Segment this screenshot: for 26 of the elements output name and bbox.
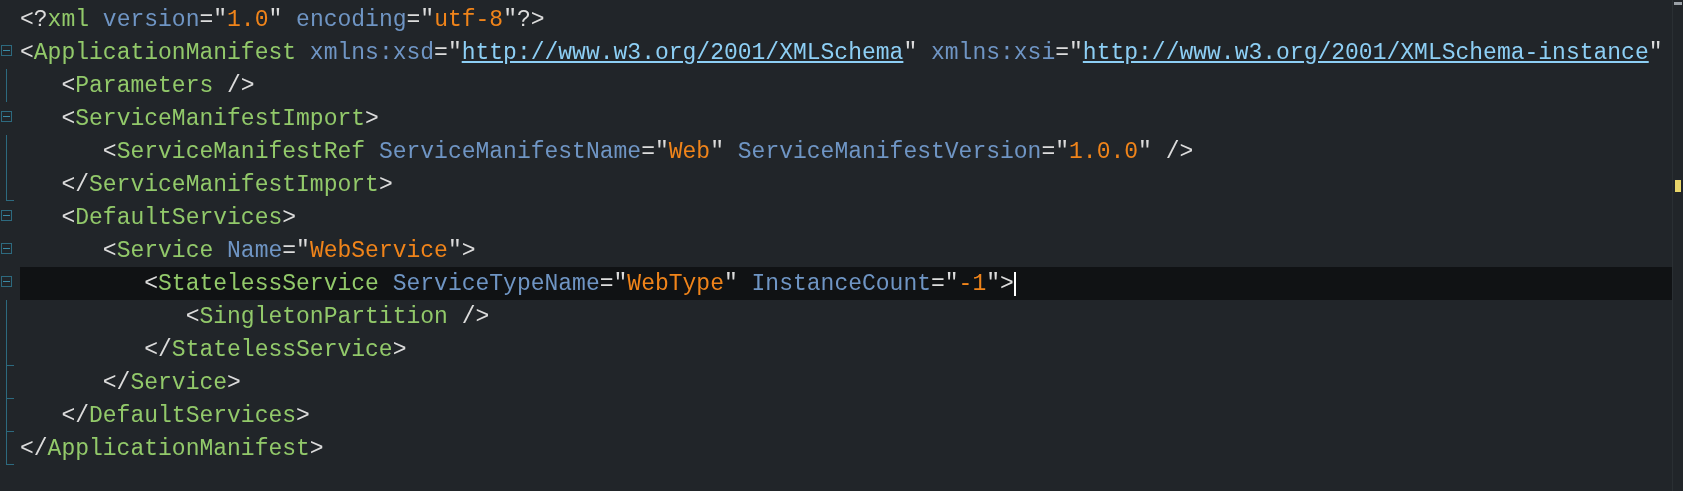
ruler-marker: [1674, 2, 1682, 5]
fold-guide-line: [6, 300, 7, 333]
code-line: </ApplicationManifest>: [20, 434, 324, 464]
code-line: <Service Name="WebService">: [101, 236, 476, 266]
collapse-icon[interactable]: [1, 243, 12, 254]
code-line: </StatelessService>: [143, 335, 407, 365]
code-line: <StatelessService ServiceTypeName="WebType" InstanceCount="-1">: [143, 269, 1014, 299]
code-line: <?xml version="1.0" encoding="utf-8"?>: [20, 5, 545, 35]
fold-end-line: [6, 168, 14, 201]
fold-guide-line: [6, 69, 7, 102]
collapse-icon[interactable]: [1, 45, 12, 56]
code-line: <ServiceManifestRef ServiceManifestName="Web" ServiceManifestVersion="1.0.0" />: [101, 137, 1194, 167]
code-line: </DefaultServices>: [60, 401, 310, 431]
text-cursor: [1013, 271, 1016, 296]
code-line: <DefaultServices>: [60, 203, 297, 233]
collapse-icon[interactable]: [1, 210, 12, 221]
collapse-icon[interactable]: [1, 111, 12, 122]
code-line: <SingletonPartition />: [184, 302, 490, 332]
fold-guide-line: [6, 135, 7, 168]
code-line: <Parameters />: [60, 71, 255, 101]
ruler-marker: [1675, 180, 1681, 192]
code-line: <ServiceManifestImport>: [60, 104, 379, 134]
code-line: </ServiceManifestImport>: [60, 170, 393, 200]
code-line: <ApplicationManifest xmlns:xsd="http://www.w3.org/2001/XMLSchema" xmlns:xsi="http://www.w3.org/2001/XMLSchema-instance": [20, 38, 1663, 68]
collapse-icon[interactable]: [1, 276, 12, 287]
code-line: </Service>: [101, 368, 241, 398]
